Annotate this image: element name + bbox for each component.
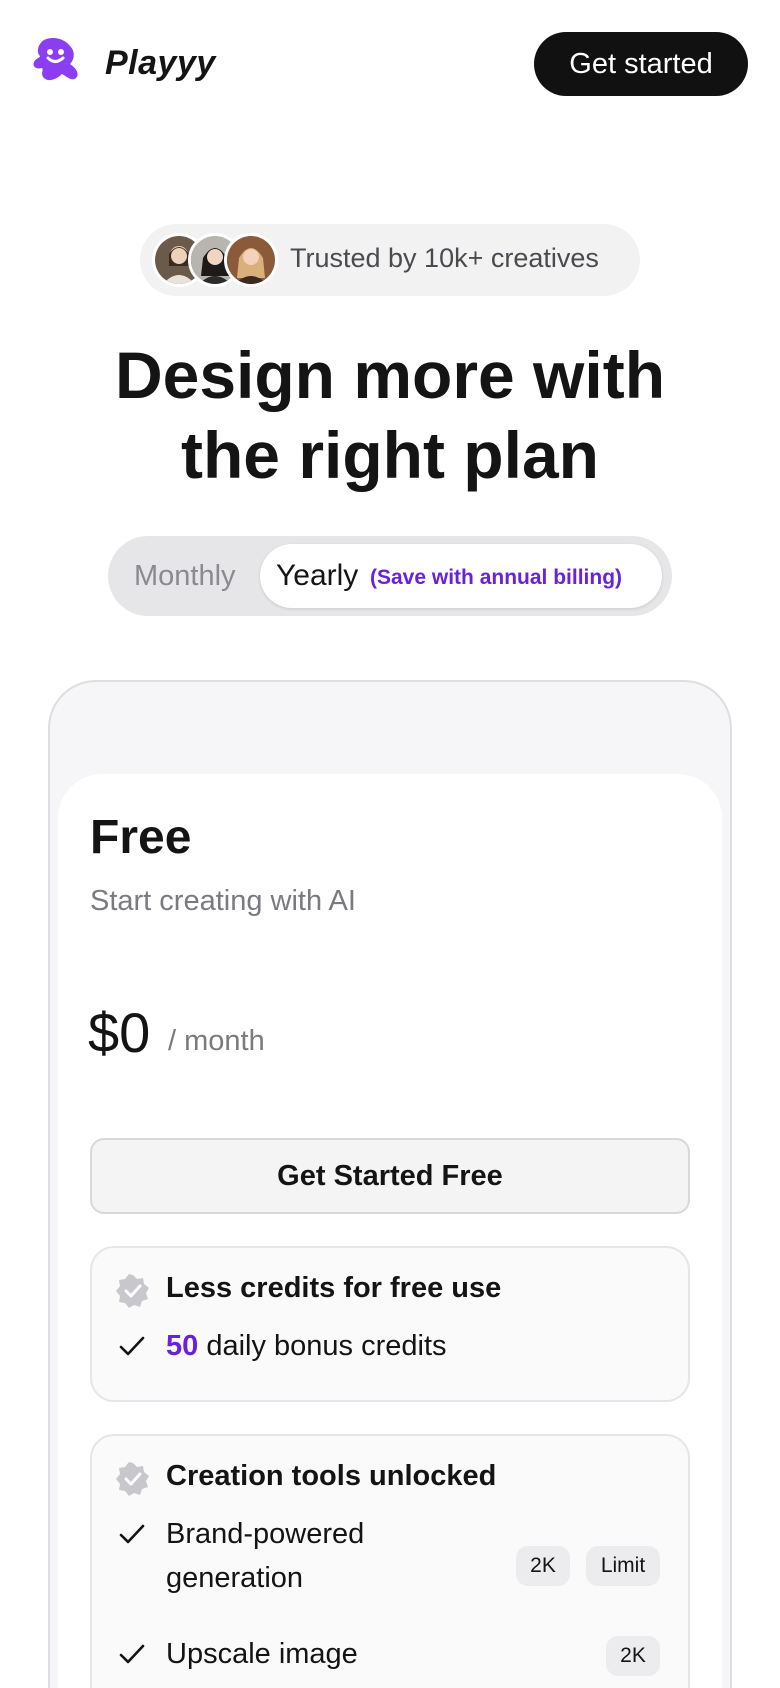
billing-toggle: Monthly Yearly (Save with annual billing… xyxy=(108,536,672,616)
resolution-tag: 2K xyxy=(606,1636,660,1676)
credits-amount: 50 xyxy=(166,1330,199,1362)
avatar-group xyxy=(152,233,282,287)
feature-label-line-2: generation xyxy=(166,1562,304,1594)
check-icon xyxy=(119,1336,145,1356)
group-title: Creation tools unlocked xyxy=(166,1460,497,1492)
title-line-1: Design more with xyxy=(114,338,666,412)
playyy-logo-icon[interactable] xyxy=(30,36,82,84)
resolution-tag: 2K xyxy=(516,1546,570,1586)
monthly-option[interactable]: Monthly xyxy=(134,560,236,593)
feature-upscale-image: Upscale image xyxy=(166,1638,358,1670)
feature-label-line-1: Brand-powered xyxy=(166,1518,365,1550)
page-title: Design more with the right plan xyxy=(40,335,740,495)
feature-daily-credits: 50 daily bonus credits xyxy=(166,1324,447,1368)
plan-price: $0 xyxy=(88,1001,151,1064)
yearly-option[interactable]: Yearly (Save with annual billing) xyxy=(260,544,662,608)
group-title: Less credits for free use xyxy=(166,1272,502,1304)
brand-name[interactable]: Playyy xyxy=(105,44,216,83)
feature-group-credits: Less credits for free use 50 daily bonus… xyxy=(90,1246,690,1402)
check-icon xyxy=(119,1644,145,1664)
verified-badge-icon xyxy=(116,1462,149,1496)
plan-name: Free xyxy=(90,811,192,864)
avatar xyxy=(224,233,278,287)
yearly-label: Yearly xyxy=(276,559,359,592)
price-period: / month xyxy=(168,1025,265,1057)
title-line-2: the right plan xyxy=(181,418,599,492)
pricing-page: Playyy Get started Trusted by 10k+ creat… xyxy=(0,0,780,1688)
trust-badge: Trusted by 10k+ creatives xyxy=(140,224,640,296)
annual-savings-note: (Save with annual billing) xyxy=(370,566,623,589)
feature-brand-generation: Brand-powered generation xyxy=(166,1512,364,1600)
get-started-button[interactable]: Get started xyxy=(534,32,748,96)
limit-tag: Limit xyxy=(586,1546,660,1586)
check-icon xyxy=(119,1524,145,1544)
get-started-free-button[interactable]: Get Started Free xyxy=(90,1138,690,1214)
feature-label: daily bonus credits xyxy=(198,1330,447,1362)
verified-badge-icon xyxy=(116,1274,149,1308)
trust-text: Trusted by 10k+ creatives xyxy=(290,243,599,273)
feature-group-tools: Creation tools unlocked Brand-powered ge… xyxy=(90,1434,690,1688)
plan-description: Start creating with AI xyxy=(90,885,356,917)
header: Playyy Get started xyxy=(0,0,780,130)
